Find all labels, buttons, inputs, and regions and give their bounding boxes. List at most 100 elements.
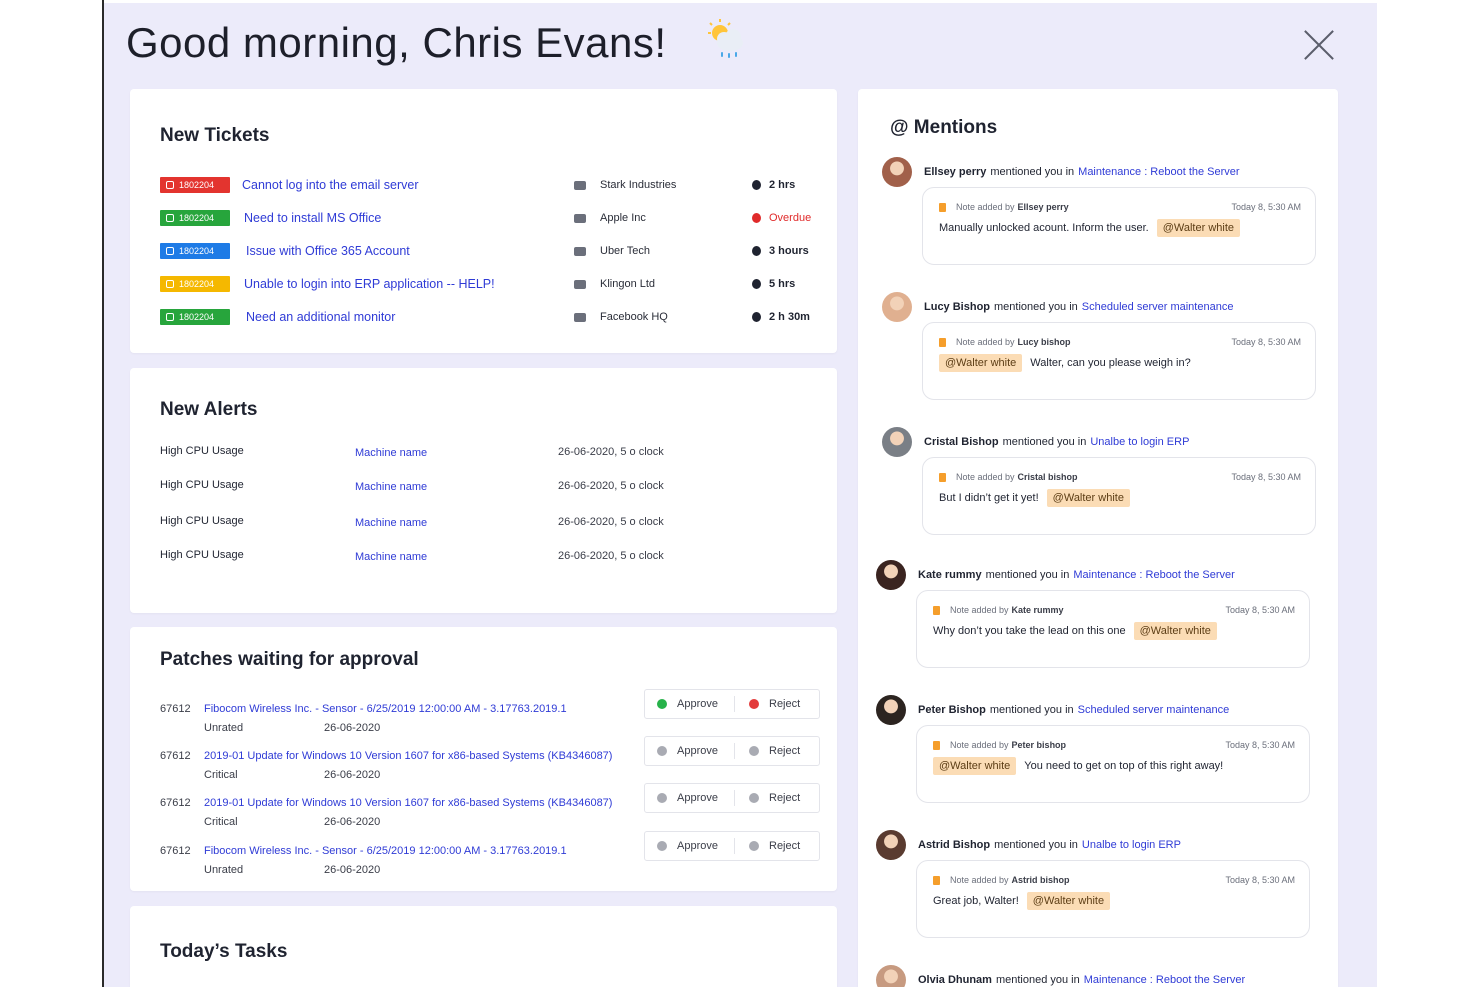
mention-note[interactable]: Note added by Lucy bishop Today 8, 5:30 AM… <box>922 322 1316 400</box>
new-alerts-title: New Alerts <box>160 399 258 420</box>
mention-note[interactable]: Note added by Ellsey perry Today 8, 5:30 A… <box>922 187 1316 265</box>
alert-machine-link[interactable]: Machine name <box>355 517 427 529</box>
approve-label: Approve <box>677 792 718 804</box>
reject-button[interactable]: Reject <box>735 832 800 860</box>
ticket-row[interactable]: 1802204 Issue with Office 365 Account Uber… <box>160 241 820 261</box>
note-text: Manually unlocked acount. Inform the use… <box>939 222 1149 234</box>
ticket-company: Uber Tech <box>574 245 650 257</box>
approve-button[interactable]: Approve <box>645 743 735 759</box>
note-author: Astrid bishop <box>1011 875 1070 885</box>
alert-date: 26-06-2020, 5 o clock <box>558 550 664 562</box>
mention-context-link[interactable]: Scheduled server maintenance <box>1082 301 1234 313</box>
patch-date: 26-06-2020 <box>324 769 381 781</box>
user-mention-tag[interactable]: @Walter white <box>933 757 1017 775</box>
approve-label: Approve <box>677 745 718 757</box>
mention-context-link[interactable]: Unalbe to login ERP <box>1090 436 1189 448</box>
mention-note[interactable]: Note added by Cristal bishop Today 8, 5:30… <box>922 457 1316 535</box>
company-name: Klingon Ltd <box>600 278 656 290</box>
alert-machine-link[interactable]: Machine name <box>355 447 427 459</box>
mention-header: Cristal Bishop mentioned you in Unalbe to … <box>882 427 1189 457</box>
alert-machine-link[interactable]: Machine name <box>355 551 427 563</box>
avatar[interactable] <box>876 560 906 590</box>
ticket-id-badge: 1802204 <box>160 243 230 259</box>
approve-button[interactable]: Approve <box>645 838 735 854</box>
alert-date: 26-06-2020, 5 o clock <box>558 516 664 528</box>
ticket-row[interactable]: 1802204 Unable to login into ERP applicat… <box>160 274 820 294</box>
avatar[interactable] <box>876 695 906 725</box>
avatar[interactable] <box>882 157 912 187</box>
check-circle-icon <box>657 746 667 756</box>
avatar[interactable] <box>876 830 906 860</box>
check-circle-icon <box>657 841 667 851</box>
user-mention-tag[interactable]: @Walter white <box>1046 489 1130 507</box>
ticket-title-link[interactable]: Need to install MS Office <box>244 211 381 225</box>
patch-name-link[interactable]: 2019-01 Update for Windows 10 Version 16… <box>204 797 612 809</box>
mention-note[interactable]: Note added by Kate rummy Today 8, 5:30 AM W… <box>916 590 1310 668</box>
mention-author: Kate rummy <box>918 569 982 581</box>
user-mention-tag[interactable]: @Walter white <box>1133 622 1217 640</box>
patch-severity: Critical <box>204 769 238 781</box>
user-mention-tag[interactable]: @Walter white <box>939 354 1023 372</box>
ticket-time: Overdue <box>752 212 811 224</box>
alert-row[interactable]: High CPU Usage Machine name 26-06-2020, 5 … <box>160 549 720 567</box>
patch-actions: Approve Reject <box>644 831 820 861</box>
ticket-time-value: 2 hrs <box>769 179 796 191</box>
check-circle-icon <box>657 699 667 709</box>
ticket-id: 1802204 <box>179 213 215 223</box>
reject-button[interactable]: Reject <box>735 690 800 718</box>
note-document-icon <box>939 202 946 212</box>
mention-verb: mentioned you in <box>994 839 1078 851</box>
reject-button[interactable]: Reject <box>735 784 800 812</box>
reject-button[interactable]: Reject <box>735 737 800 765</box>
mention-note[interactable]: Note added by Astrid bishop Today 8, 5:30 … <box>916 860 1310 938</box>
ticket-row[interactable]: 1802204 Need an additional monitor Faceboo… <box>160 307 820 327</box>
mention-verb: mentioned you in <box>989 704 1074 716</box>
tasks-title: Today’s Tasks <box>160 941 288 962</box>
alert-row[interactable]: High CPU Usage Machine name 26-06-2020, 5 … <box>160 479 720 497</box>
ticket-time: 5 hrs <box>752 278 795 290</box>
alert-type: High CPU Usage <box>160 515 244 527</box>
avatar[interactable] <box>876 965 906 987</box>
ticket-row[interactable]: 1802204 Cannot log into the email server S… <box>160 175 820 195</box>
mention-context-link[interactable]: Maintenance : Reboot the Server <box>1073 569 1234 581</box>
approve-button[interactable]: Approve <box>645 696 735 712</box>
ticket-company: Apple Inc <box>574 212 646 224</box>
x-circle-icon <box>749 746 759 756</box>
mention-context-link[interactable]: Maintenance : Reboot the Server <box>1078 166 1239 178</box>
alert-row[interactable]: High CPU Usage Machine name 26-06-2020, 5 … <box>160 515 720 533</box>
close-icon[interactable] <box>1301 27 1337 63</box>
avatar[interactable] <box>882 292 912 322</box>
mention-context-link[interactable]: Maintenance : Reboot the Server <box>1084 974 1245 986</box>
ticket-company: Klingon Ltd <box>574 278 655 290</box>
ticket-title-link[interactable]: Need an additional monitor <box>246 310 395 324</box>
note-timestamp: Today 8, 5:30 AM <box>1225 740 1295 750</box>
mention-header: Lucy Bishop mentioned you in Scheduled ser… <box>882 292 1233 322</box>
mention-verb: mentioned you in <box>1002 436 1087 448</box>
ticket-id-badge: 1802204 <box>160 276 230 292</box>
ticket-title-link[interactable]: Issue with Office 365 Account <box>246 244 410 258</box>
note-timestamp: Today 8, 5:30 AM <box>1231 202 1301 212</box>
alert-machine-link[interactable]: Machine name <box>355 481 427 493</box>
user-mention-tag[interactable]: @Walter white <box>1026 892 1111 910</box>
ticket-row[interactable]: 1802204 Need to install MS Office Apple In… <box>160 208 820 228</box>
patch-name-link[interactable]: 2019-01 Update for Windows 10 Version 16… <box>204 750 612 762</box>
alert-row[interactable]: High CPU Usage Machine name 26-06-2020, 5 … <box>160 445 720 463</box>
note-document-icon <box>933 605 940 615</box>
mention-context-link[interactable]: Scheduled server maintenance <box>1078 704 1230 716</box>
mention-context-link[interactable]: Unalbe to login ERP <box>1082 839 1181 851</box>
ticket-id-badge: 1802204 <box>160 309 230 325</box>
note-timestamp: Today 8, 5:30 AM <box>1225 605 1295 615</box>
patch-name-link[interactable]: Fibocom Wireless Inc. - Sensor - 6/25/20… <box>204 845 567 857</box>
ticket-title-link[interactable]: Cannot log into the email server <box>242 178 418 192</box>
mentions-title: @ Mentions <box>890 117 998 138</box>
alert-type: High CPU Usage <box>160 445 244 457</box>
ticket-title-link[interactable]: Unable to login into ERP application -- … <box>244 277 495 291</box>
patch-actions: Approve Reject <box>644 783 820 813</box>
new-alerts-card: New Alerts High CPU Usage Machine name 26-… <box>130 368 837 613</box>
ticket-time-value: 3 hours <box>769 245 809 257</box>
patch-name-link[interactable]: Fibocom Wireless Inc. - Sensor - 6/25/20… <box>204 703 567 715</box>
mention-note[interactable]: Note added by Peter bishop Today 8, 5:30 A… <box>916 725 1310 803</box>
approve-button[interactable]: Approve <box>645 790 735 806</box>
user-mention-tag[interactable]: @Walter white <box>1156 219 1241 237</box>
avatar[interactable] <box>882 427 912 457</box>
